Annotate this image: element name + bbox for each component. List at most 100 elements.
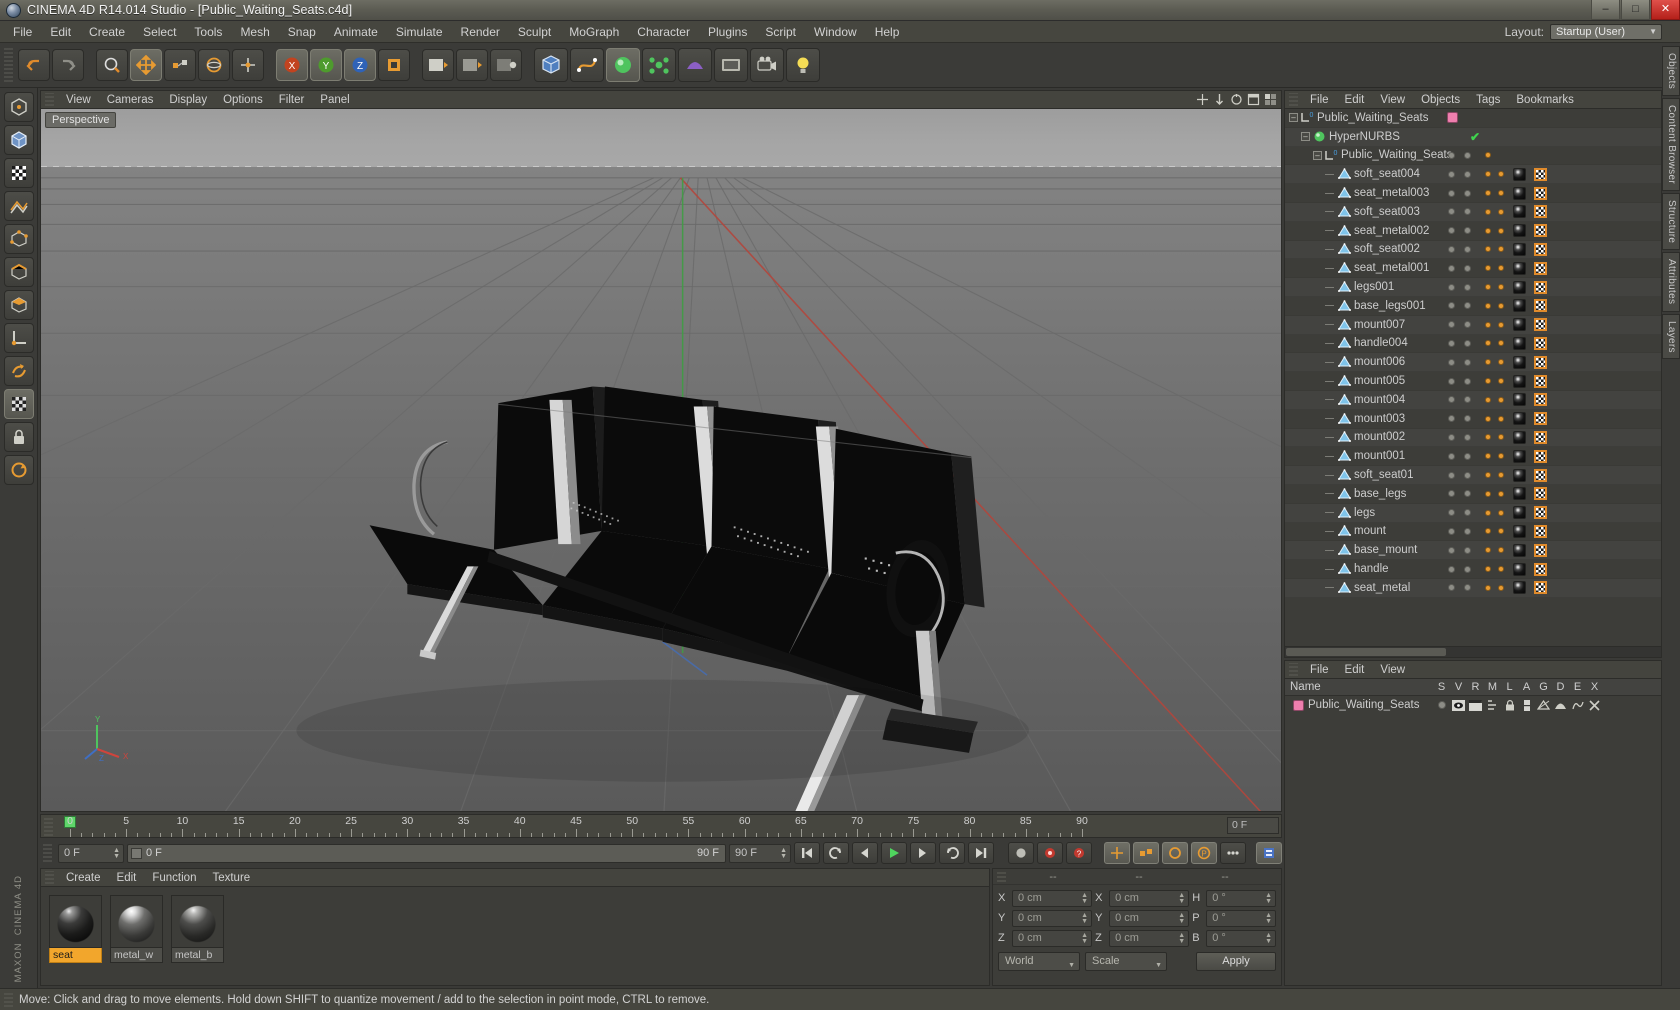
visibility-dot[interactable] — [1448, 377, 1455, 385]
material-tag-icon[interactable] — [1513, 318, 1526, 332]
uvw-tag-icon[interactable] — [1534, 430, 1547, 444]
material-preview-sphere[interactable] — [110, 895, 163, 948]
menu-select[interactable]: Select — [134, 21, 185, 43]
menu-script[interactable]: Script — [756, 21, 805, 43]
material-menu-function[interactable]: Function — [144, 869, 204, 887]
object-tree-row[interactable]: base_legs — [1285, 484, 1661, 504]
timeline-ruler[interactable]: 0 5 10 15 20 25 30 35 40 45 50 55 60 65 70 75 80 85 90 — [56, 815, 1281, 837]
edge-mode-button[interactable] — [3, 257, 34, 287]
record-keyframe-button[interactable] — [1008, 842, 1034, 864]
layer-menu-edit[interactable]: Edit — [1337, 661, 1373, 679]
visibility-dot[interactable] — [1448, 321, 1455, 329]
add-deformer-button[interactable] — [678, 48, 712, 82]
object-tree-row[interactable]: – 0 Public_Waiting_Seats — [1285, 146, 1661, 166]
visibility-dots[interactable] — [1448, 189, 1471, 197]
object-name[interactable]: seat_metal — [1354, 582, 1410, 594]
uvw-tag-icon[interactable] — [1534, 468, 1547, 482]
texture-mode-button[interactable] — [3, 158, 34, 188]
visibility-dots[interactable] — [1448, 245, 1471, 253]
visibility-dot[interactable] — [1464, 546, 1471, 554]
lock-z-axis-button[interactable]: Z — [344, 49, 376, 81]
visibility-dot[interactable] — [1464, 321, 1471, 329]
object-tree-row[interactable]: mount006 — [1285, 353, 1661, 373]
stepper-icon[interactable]: ▲ ▼ — [1178, 912, 1185, 925]
object-tags[interactable] — [1485, 412, 1547, 426]
visibility-dot[interactable] — [1448, 546, 1455, 554]
menu-tools[interactable]: Tools — [185, 21, 231, 43]
visibility-dot[interactable] — [1464, 170, 1471, 178]
timeline-settings-button[interactable] — [1256, 842, 1282, 864]
timeline-current-frame[interactable]: 0 F — [1227, 817, 1279, 834]
material-tag-icon[interactable] — [1513, 468, 1526, 482]
object-tags[interactable] — [1485, 355, 1547, 369]
stepper-icon[interactable]: ▲ ▼ — [1265, 932, 1272, 945]
end-frame-field[interactable]: 90 F ▲ ▼ — [729, 843, 791, 863]
go-to-end-button[interactable] — [968, 842, 994, 864]
menu-edit[interactable]: Edit — [41, 21, 80, 43]
object-tags[interactable] — [1485, 562, 1547, 576]
material-tag-icon[interactable] — [1513, 336, 1526, 350]
object-name[interactable]: mount002 — [1354, 431, 1405, 443]
object-name[interactable]: Public_Waiting_Seats — [1341, 149, 1452, 161]
right-tab-layers[interactable]: Layers — [1662, 313, 1680, 360]
visibility-dot[interactable] — [1448, 584, 1455, 592]
lock-workplane-button[interactable] — [3, 422, 34, 452]
visibility-dot[interactable] — [1464, 245, 1471, 253]
object-tree-row[interactable]: soft_seat01 — [1285, 466, 1661, 485]
layer-toggle-s[interactable] — [1433, 701, 1450, 709]
stepper-icon[interactable]: ▲ ▼ — [1265, 892, 1272, 905]
object-tree-row[interactable]: seat_metal003 — [1285, 184, 1661, 203]
material-tag-icon[interactable] — [1513, 224, 1526, 238]
visibility-dot[interactable] — [1448, 415, 1455, 423]
transform-mode-select[interactable]: Scale ▼ — [1085, 952, 1167, 971]
object-menu-bookmarks[interactable]: Bookmarks — [1508, 91, 1582, 109]
uvw-tag-icon[interactable] — [1534, 393, 1547, 407]
layer-toggle-d[interactable] — [1552, 700, 1569, 711]
close-button[interactable]: ✕ — [1651, 0, 1680, 20]
layer-toggle-a[interactable] — [1518, 699, 1535, 711]
uvw-tag-icon[interactable] — [1534, 186, 1547, 200]
layer-row[interactable]: Public_Waiting_Seats — [1285, 696, 1661, 714]
material-preview-sphere[interactable] — [49, 895, 102, 948]
material-item[interactable]: seat — [49, 895, 102, 985]
expand-collapse-icon[interactable]: – — [1289, 113, 1298, 123]
material-name[interactable]: metal_b — [171, 948, 224, 963]
stepper-icon[interactable]: ▲ ▼ — [1265, 912, 1272, 925]
visibility-dots[interactable] — [1448, 509, 1471, 517]
object-tags[interactable] — [1485, 581, 1547, 595]
layer-toggle-e[interactable] — [1569, 700, 1586, 711]
visibility-dots[interactable] — [1448, 584, 1471, 592]
uvw-tag-icon[interactable] — [1534, 562, 1547, 576]
visibility-dot[interactable] — [1464, 584, 1471, 592]
visibility-dots[interactable] — [1448, 264, 1471, 272]
object-name[interactable]: mount005 — [1354, 375, 1405, 387]
point-mode-button[interactable] — [3, 224, 34, 254]
uvw-tag-icon[interactable] — [1534, 374, 1547, 388]
menu-mograph[interactable]: MoGraph — [560, 21, 628, 43]
object-name[interactable]: mount004 — [1354, 394, 1405, 406]
menu-simulate[interactable]: Simulate — [387, 21, 452, 43]
material-tag-icon[interactable] — [1513, 543, 1526, 557]
uvw-tag-icon[interactable] — [1534, 261, 1547, 275]
redo-button[interactable] — [52, 49, 84, 81]
material-tag-icon[interactable] — [1513, 167, 1526, 181]
material-menu-texture[interactable]: Texture — [204, 869, 258, 887]
visibility-dot[interactable] — [1448, 227, 1455, 235]
position-field[interactable]: 0 cm ▲ ▼ — [1012, 889, 1093, 907]
model-mode-button[interactable] — [3, 125, 34, 155]
material-tag-icon[interactable] — [1513, 430, 1526, 444]
visibility-dot[interactable] — [1464, 471, 1471, 479]
rotation-field[interactable]: 0 ° ▲ ▼ — [1206, 929, 1277, 947]
material-item[interactable]: metal_w — [110, 895, 163, 985]
material-name[interactable]: seat — [49, 948, 102, 963]
visibility-dot[interactable] — [1448, 358, 1455, 366]
stepper-icon[interactable]: ▲ ▼ — [1081, 932, 1088, 945]
visibility-dots[interactable] — [1448, 377, 1471, 385]
object-name[interactable]: mount001 — [1354, 450, 1405, 462]
position-field[interactable]: 0 cm ▲ ▼ — [1012, 909, 1093, 927]
keyframe-selection-button[interactable]: ? — [1066, 842, 1092, 864]
toolbar-grip[interactable] — [4, 48, 13, 82]
enable-axis-modification-button[interactable] — [3, 356, 34, 386]
viewport-menu-cameras[interactable]: Cameras — [99, 91, 162, 109]
uvw-tag-icon[interactable] — [1534, 524, 1547, 538]
